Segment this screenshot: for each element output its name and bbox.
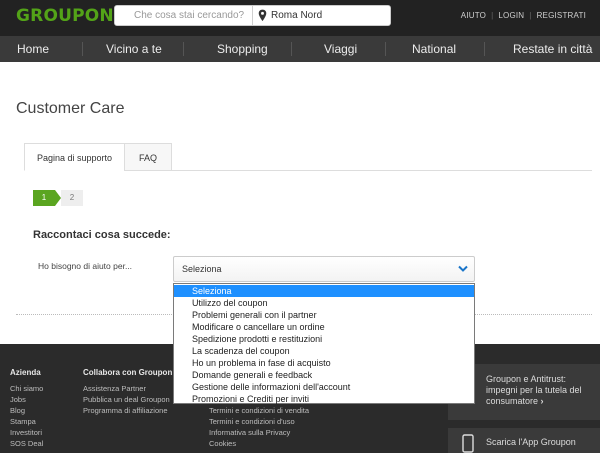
option-utilizzo-coupon[interactable]: Utilizzo del coupon	[174, 297, 474, 309]
option-problema-acquisto[interactable]: Ho un problema in fase di acquisto	[174, 357, 474, 369]
section-title: Raccontaci cosa succede:	[33, 229, 171, 241]
footer-link[interactable]: Blog	[10, 406, 25, 415]
location-input[interactable]	[271, 6, 390, 25]
tab-faq[interactable]: FAQ	[124, 143, 172, 171]
step-1: 1	[33, 190, 55, 206]
footer-link[interactable]: Assistenza Partner	[83, 384, 146, 393]
footer-link[interactable]: Informativa sulla Privacy	[209, 428, 290, 437]
help-topic-dropdown: Seleziona Utilizzo del coupon Problemi g…	[173, 283, 475, 404]
location-pin-icon	[258, 9, 267, 22]
nav-divider	[484, 42, 485, 56]
select-value: Seleziona	[182, 264, 222, 274]
option-modificare-ordine[interactable]: Modificare o cancellare un ordine	[174, 321, 474, 333]
groupon-logo[interactable]: GROUPON	[16, 6, 114, 26]
link-separator: |	[529, 11, 532, 20]
phone-icon	[462, 434, 474, 453]
search-bar	[114, 5, 391, 26]
step-2: 2	[61, 190, 83, 206]
footer-link[interactable]: Jobs	[10, 395, 26, 404]
help-link[interactable]: AIUTO	[461, 11, 486, 20]
main-nav: Home Vicino a te Shopping Viaggi Nationa…	[0, 36, 600, 62]
nav-item-restate-in-citta[interactable]: Restate in città	[513, 36, 592, 62]
tab-pagina-di-supporto[interactable]: Pagina di supporto	[24, 143, 125, 171]
footer-col-collabora-title: Collabora con Groupon	[83, 368, 173, 377]
option-promozioni[interactable]: Promozioni e Crediti per inviti	[174, 393, 474, 405]
option-gestione-account[interactable]: Gestione delle informazioni dell'account	[174, 381, 474, 393]
option-spedizione[interactable]: Spedizione prodotti e restituzioni	[174, 333, 474, 345]
link-separator: |	[491, 11, 494, 20]
nav-item-home[interactable]: Home	[17, 36, 49, 62]
account-links: AIUTO | LOGIN | REGISTRATI	[461, 11, 586, 20]
search-divider	[252, 6, 253, 25]
footer-link[interactable]: Pubblica un deal Groupon	[83, 395, 170, 404]
chevron-down-icon	[458, 265, 468, 272]
top-bar: GROUPON AIUTO | LOGIN | REGISTRATI	[0, 0, 600, 36]
app-download-text: Scarica l'App Groupon	[486, 437, 576, 447]
nav-divider	[82, 42, 83, 56]
footer-link[interactable]: Cookies	[209, 439, 236, 448]
option-scadenza-coupon[interactable]: La scadenza del coupon	[174, 345, 474, 357]
search-input[interactable]	[115, 6, 252, 25]
register-link[interactable]: REGISTRATI	[537, 11, 586, 20]
nav-item-national[interactable]: National	[412, 36, 456, 62]
antitrust-promo-label: Groupon e Antitrust: impegni per la tute…	[486, 374, 582, 406]
option-problemi-partner[interactable]: Problemi generali con il partner	[174, 309, 474, 321]
help-topic-label: Ho bisogno di aiuto per...	[38, 261, 133, 271]
nav-item-shopping[interactable]: Shopping	[217, 36, 268, 62]
footer-link[interactable]: Termini e condizioni d'uso	[209, 417, 295, 426]
chevron-right-icon: ›	[538, 396, 544, 406]
nav-item-vicino-a-te[interactable]: Vicino a te	[106, 36, 162, 62]
footer-link[interactable]: Chi siamo	[10, 384, 43, 393]
footer-link[interactable]: Termini e condizioni di vendita	[209, 406, 309, 415]
nav-divider	[183, 42, 184, 56]
footer-link[interactable]: Programma di affiliazione	[83, 406, 168, 415]
footer-link[interactable]: Investitori	[10, 428, 42, 437]
footer-link[interactable]: Stampa	[10, 417, 36, 426]
footer-col-azienda-title: Azienda	[10, 368, 41, 377]
option-domande-feedback[interactable]: Domande generali e feedback	[174, 369, 474, 381]
app-download-promo[interactable]: Scarica l'App Groupon	[448, 428, 600, 453]
login-link[interactable]: LOGIN	[498, 11, 524, 20]
nav-divider	[385, 42, 386, 56]
help-topic-select[interactable]: Seleziona	[173, 256, 475, 282]
antitrust-promo-text: Groupon e Antitrust: impegni per la tute…	[486, 374, 596, 407]
footer-link[interactable]: SOS Deal	[10, 439, 43, 448]
nav-item-viaggi[interactable]: Viaggi	[324, 36, 357, 62]
nav-divider	[291, 42, 292, 56]
option-seleziona[interactable]: Seleziona	[174, 285, 474, 297]
page-title: Customer Care	[16, 100, 125, 117]
